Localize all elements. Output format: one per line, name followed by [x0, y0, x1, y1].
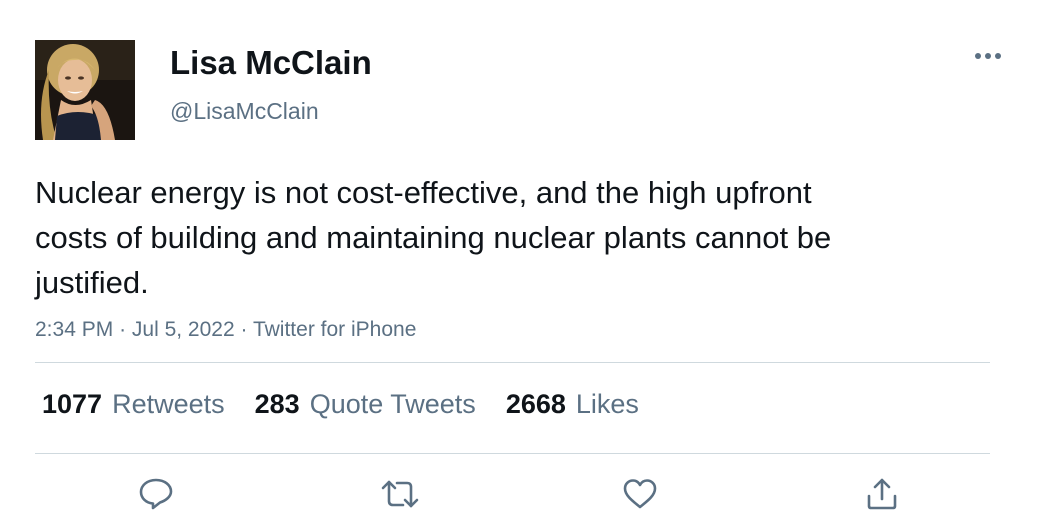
divider — [35, 362, 990, 363]
like-button[interactable] — [620, 474, 660, 514]
likes-stat[interactable]: 2668 Likes — [506, 386, 639, 422]
more-horizontal-icon — [975, 53, 1001, 59]
more-options-button[interactable] — [968, 42, 1008, 70]
likes-label: Likes — [575, 389, 639, 419]
tweet-text: Nuclear energy is not cost-effective, an… — [35, 175, 832, 300]
reply-button[interactable] — [136, 474, 176, 514]
tweet-time[interactable]: 2:34 PM — [35, 318, 113, 341]
quote-tweets-stat[interactable]: 283 Quote Tweets — [255, 386, 476, 422]
display-name[interactable]: Lisa McClain — [170, 42, 372, 84]
avatar[interactable] — [35, 40, 135, 140]
share-icon — [867, 478, 897, 510]
reply-icon — [139, 478, 173, 510]
tweet-meta: 2:34 PM · Jul 5, 2022 · Twitter for iPho… — [35, 316, 416, 344]
meta-separator: · — [119, 318, 127, 341]
retweet-button[interactable] — [380, 474, 420, 514]
quote-tweets-label: Quote Tweets — [309, 389, 476, 419]
tweet-date[interactable]: Jul 5, 2022 — [132, 318, 235, 341]
divider — [35, 453, 990, 454]
retweets-label: Retweets — [112, 389, 225, 419]
retweets-stat[interactable]: 1077 Retweets — [42, 386, 225, 422]
likes-count: 2668 — [505, 389, 566, 419]
avatar-photo — [35, 40, 135, 140]
like-heart-icon — [623, 479, 657, 509]
retweet-icon — [381, 480, 419, 508]
user-handle[interactable]: @LisaMcClain — [170, 96, 319, 126]
share-button[interactable] — [862, 474, 902, 514]
meta-separator: · — [240, 318, 248, 341]
engagement-stats: 1077 Retweets 283 Quote Tweets 2668 Like… — [42, 386, 639, 422]
retweets-count: 1077 — [42, 389, 103, 419]
tweet-source[interactable]: Twitter for iPhone — [253, 318, 416, 341]
quote-tweets-count: 283 — [254, 389, 300, 419]
